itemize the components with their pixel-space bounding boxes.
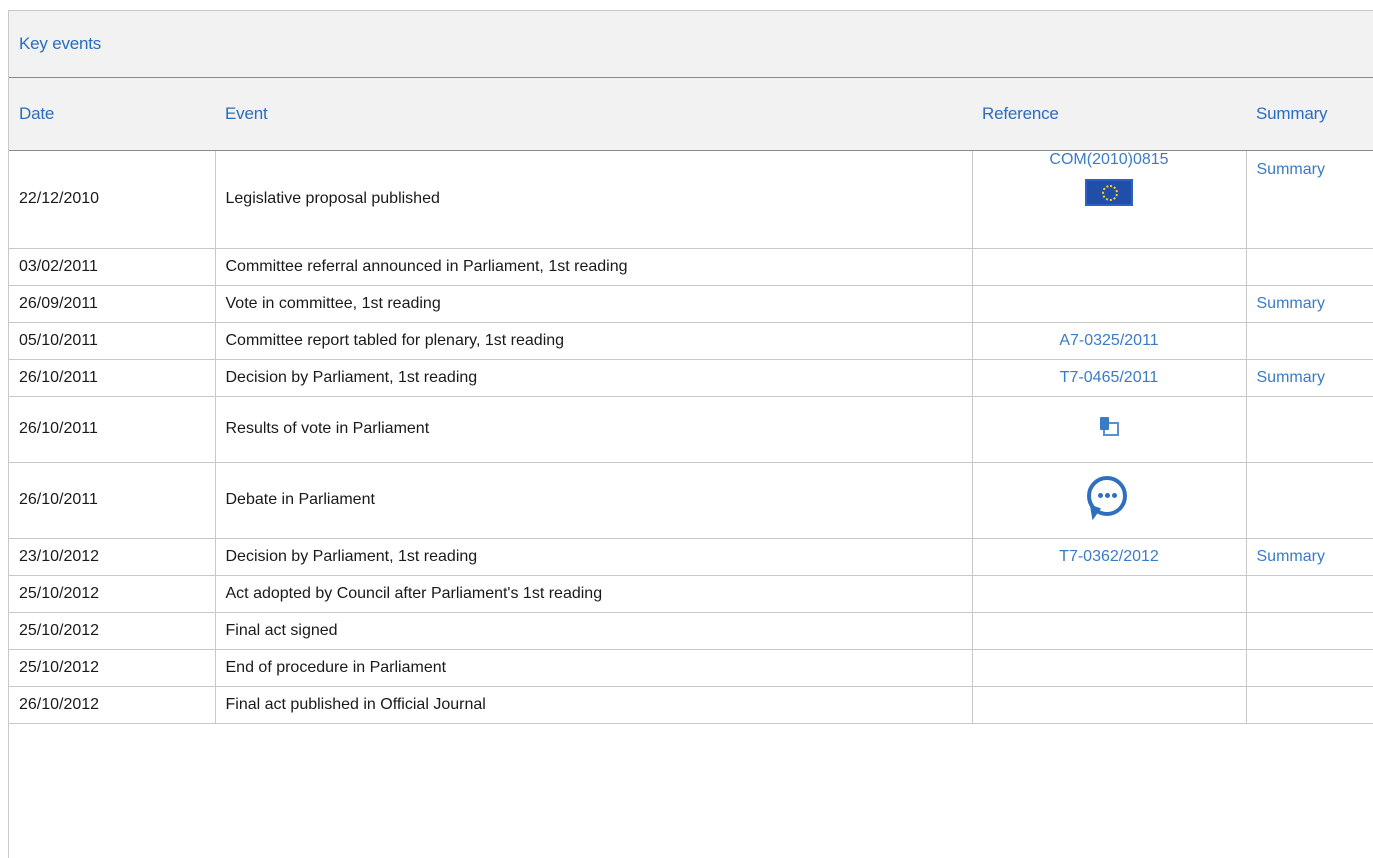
cell-summary: Summary [1246, 150, 1373, 249]
cell-date: 05/10/2011 [9, 322, 216, 360]
summary-link[interactable]: Summary [1257, 548, 1325, 565]
cell-event: Debate in Parliament [215, 462, 973, 539]
cell-event: Final act published in Official Journal [215, 686, 973, 724]
cell-reference [972, 649, 1247, 687]
cell-reference [972, 686, 1247, 724]
cell-event: Committee report tabled for plenary, 1st… [215, 322, 973, 360]
table-row: 25/10/2012 End of procedure in Parliamen… [9, 649, 1373, 687]
cell-reference: T7-0362/2012 [972, 538, 1247, 576]
cell-reference [972, 462, 1247, 539]
cell-summary [1246, 575, 1373, 613]
table-row: 26/10/2011 Decision by Parliament, 1st r… [9, 359, 1373, 397]
cell-reference: T7-0465/2011 [972, 359, 1247, 397]
vote-results-icon[interactable] [1098, 416, 1120, 438]
key-events-table: Date Event Reference Summary 22/12/2010 … [9, 78, 1373, 724]
cell-event: Decision by Parliament, 1st reading [215, 538, 973, 576]
summary-link[interactable]: Summary [1257, 161, 1325, 178]
summary-link[interactable]: Summary [1257, 295, 1325, 312]
table-header-row: Date Event Reference Summary [9, 78, 1373, 151]
cell-date: 25/10/2012 [9, 649, 216, 687]
cell-summary [1246, 322, 1373, 360]
panel-title: Key events [9, 11, 1373, 78]
eu-flag-icon[interactable] [1085, 178, 1133, 206]
cell-event: End of procedure in Parliament [215, 649, 973, 687]
cell-date: 25/10/2012 [9, 575, 216, 613]
cell-reference [972, 248, 1247, 286]
cell-event: Results of vote in Parliament [215, 396, 973, 463]
table-row: 25/10/2012 Final act signed [9, 612, 1373, 650]
debate-chat-icon[interactable] [1084, 474, 1133, 522]
cell-summary: Summary [1246, 538, 1373, 576]
cell-event: Act adopted by Council after Parliament'… [215, 575, 973, 613]
cell-summary: Summary [1246, 359, 1373, 397]
cell-date: 26/10/2012 [9, 686, 216, 724]
reference-link[interactable]: COM(2010)0815 [973, 151, 1246, 169]
table-row: 26/09/2011 Vote in committee, 1st readin… [9, 285, 1373, 323]
cell-summary [1246, 248, 1373, 286]
column-header-event: Event [215, 78, 972, 151]
cell-reference [972, 285, 1247, 323]
table-row: 26/10/2011 Results of vote in Parliament [9, 396, 1373, 463]
cell-date: 26/10/2011 [9, 359, 216, 397]
cell-event: Vote in committee, 1st reading [215, 285, 973, 323]
cell-date: 26/09/2011 [9, 285, 216, 323]
reference-link[interactable]: T7-0362/2012 [1059, 548, 1159, 565]
cell-event: Committee referral announced in Parliame… [215, 248, 973, 286]
cell-summary [1246, 686, 1373, 724]
key-events-panel: Key events Date Event Reference Summary … [8, 10, 1373, 858]
cell-date: 23/10/2012 [9, 538, 216, 576]
column-header-date: Date [9, 78, 215, 151]
cell-reference [972, 396, 1247, 463]
cell-summary [1246, 649, 1373, 687]
table-row: 26/10/2011 Debate in Parliament [9, 462, 1373, 539]
cell-date: 03/02/2011 [9, 248, 216, 286]
cell-date: 22/12/2010 [9, 150, 216, 249]
summary-link[interactable]: Summary [1257, 369, 1325, 386]
cell-summary [1246, 612, 1373, 650]
cell-reference: COM(2010)0815 [972, 150, 1247, 249]
cell-summary [1246, 396, 1373, 463]
cell-reference: A7-0325/2011 [972, 322, 1247, 360]
cell-summary [1246, 462, 1373, 539]
reference-link[interactable]: T7-0465/2011 [1060, 369, 1158, 386]
column-header-summary: Summary [1246, 78, 1373, 151]
cell-summary: Summary [1246, 285, 1373, 323]
cell-event: Legislative proposal published [215, 150, 973, 249]
table-row: 25/10/2012 Act adopted by Council after … [9, 575, 1373, 613]
table-row: 05/10/2011 Committee report tabled for p… [9, 322, 1373, 360]
cell-reference [972, 575, 1247, 613]
cell-event: Decision by Parliament, 1st reading [215, 359, 973, 397]
table-row: 03/02/2011 Committee referral announced … [9, 248, 1373, 286]
cell-date: 26/10/2011 [9, 462, 216, 539]
cell-reference [972, 612, 1247, 650]
table-row: 22/12/2010 Legislative proposal publishe… [9, 150, 1373, 249]
table-row: 23/10/2012 Decision by Parliament, 1st r… [9, 538, 1373, 576]
table-row: 26/10/2012 Final act published in Offici… [9, 686, 1373, 724]
reference-link[interactable]: A7-0325/2011 [1059, 332, 1158, 349]
cell-date: 26/10/2011 [9, 396, 216, 463]
cell-event: Final act signed [215, 612, 973, 650]
column-header-reference: Reference [972, 78, 1246, 151]
cell-date: 25/10/2012 [9, 612, 216, 650]
